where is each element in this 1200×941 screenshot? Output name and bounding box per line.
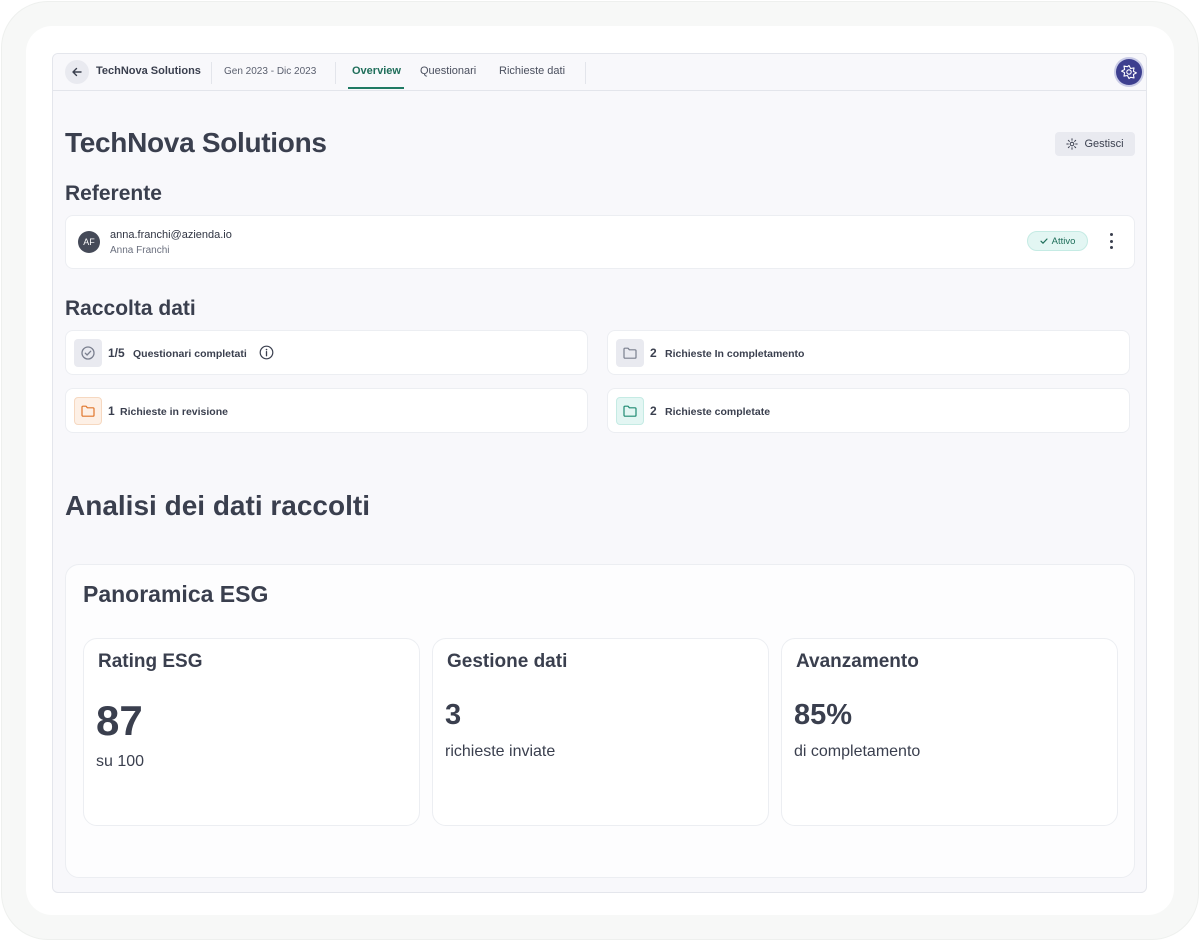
panel-title: Panoramica ESG (83, 581, 269, 607)
contact-name: Anna Franchi (110, 245, 170, 256)
stat-richieste-in-completamento[interactable]: 2 Richieste In completamento (607, 330, 1130, 375)
stat-questionari-completati[interactable]: 1/5 Questionari completati (65, 330, 588, 375)
stat-value: 2 (650, 346, 657, 360)
folder-icon (623, 347, 637, 359)
gear-icon (1066, 138, 1079, 150)
check-circle-icon (81, 346, 95, 360)
logo-icon (1121, 64, 1137, 80)
contact-card: AF anna.franchi@azienda.io Anna Franchi … (65, 215, 1135, 269)
metric-value: 87 (96, 697, 143, 744)
stat-icon-box (616, 397, 644, 425)
breadcrumb-company: TechNova Solutions (96, 65, 201, 77)
stat-label: Richieste completate (665, 406, 771, 418)
info-icon[interactable] (259, 345, 274, 360)
divider (335, 62, 336, 84)
metric-value: 3 (445, 699, 462, 731)
stat-label: Richieste in revisione (120, 406, 228, 418)
tab-questionari[interactable]: Questionari (420, 65, 476, 77)
active-tab-indicator (348, 87, 404, 89)
period-selector[interactable]: Gen 2023 - Dic 2023 (224, 66, 316, 77)
metric-subtitle: richieste inviate (445, 743, 556, 760)
section-title-raccolta-dati: Raccolta dati (65, 297, 196, 320)
metric-avanzamento: Avanzamento 85% di completamento (781, 638, 1118, 826)
page-title: TechNova Solutions (65, 127, 327, 158)
stat-value: 1 (108, 404, 115, 418)
stat-label: Questionari completati (133, 348, 247, 360)
stat-label: Richieste In completamento (665, 348, 805, 360)
check-icon (1040, 238, 1048, 244)
contact-avatar: AF (78, 231, 100, 253)
tab-overview[interactable]: Overview (352, 65, 401, 77)
back-button[interactable] (65, 60, 89, 84)
status-badge: Attivo (1027, 231, 1088, 251)
top-navigation: TechNova Solutions Gen 2023 - Dic 2023 O… (53, 54, 1146, 91)
folder-icon (81, 405, 95, 417)
metric-subtitle: su 100 (96, 753, 145, 770)
section-title-referente: Referente (65, 182, 162, 205)
stat-icon-box (616, 339, 644, 367)
stat-richieste-in-revisione[interactable]: 1 Richieste in revisione (65, 388, 588, 433)
app-window: TechNova Solutions Gen 2023 - Dic 2023 O… (52, 53, 1147, 893)
metric-gestione-dati: Gestione dati 3 richieste inviate (432, 638, 769, 826)
user-avatar[interactable] (1116, 59, 1142, 85)
contact-email: anna.franchi@azienda.io (110, 229, 232, 241)
metric-subtitle: di completamento (794, 743, 921, 760)
manage-button-label: Gestisci (1084, 138, 1124, 150)
tab-richieste-dati[interactable]: Richieste dati (499, 65, 565, 77)
section-title-analisi: Analisi dei dati raccolti (65, 490, 370, 521)
metric-rating-esg: Rating ESG 87 su 100 (83, 638, 420, 826)
stat-value: 1/5 (108, 346, 125, 360)
esg-overview-panel: Panoramica ESG Rating ESG 87 su 100 Gest… (65, 564, 1135, 878)
metric-title: Rating ESG (98, 651, 203, 672)
divider (585, 62, 586, 84)
stat-value: 2 (650, 404, 657, 418)
metric-title: Gestione dati (447, 651, 568, 672)
manage-button[interactable]: Gestisci (1055, 132, 1135, 156)
folder-icon (623, 405, 637, 417)
stat-richieste-completate[interactable]: 2 Richieste completate (607, 388, 1130, 433)
arrow-left-icon (72, 67, 82, 77)
status-badge-label: Attivo (1051, 235, 1076, 247)
more-options-button[interactable] (1104, 233, 1118, 249)
metric-value: 85% (794, 699, 853, 731)
metric-title: Avanzamento (796, 651, 919, 672)
stat-icon-box (74, 397, 102, 425)
divider (211, 62, 212, 84)
stat-icon-box (74, 339, 102, 367)
